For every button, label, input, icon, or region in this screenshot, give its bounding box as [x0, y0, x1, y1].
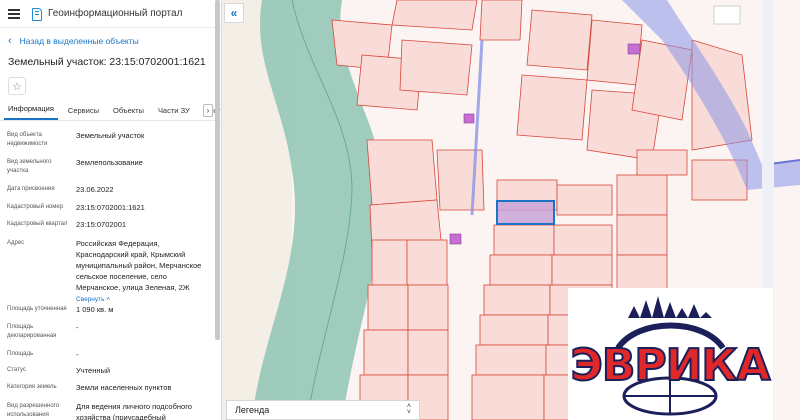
star-icon: ☆ [12, 80, 22, 93]
property-label: Площадь уточненная [7, 306, 67, 312]
property-label: Вид земельного участка [7, 159, 52, 175]
panel-scrollbar[interactable] [215, 0, 220, 340]
property-label: Площадь декларированная [7, 324, 57, 340]
info-panel: Геоинформационный портал ‹ Назад в выдел… [0, 0, 222, 420]
selected-parcel[interactable] [496, 200, 555, 225]
tabs-next-button[interactable]: › [203, 104, 213, 117]
property-value: Учтенный [76, 366, 111, 375]
property-label: Вид объекта недвижимости [7, 132, 48, 148]
tab-bar: Информация Сервисы Объекты Части ЗУ Сост… [0, 103, 221, 121]
back-link-label: Назад в выделенные объекты [19, 36, 139, 46]
property-value: 23:15:0702001 [76, 220, 127, 229]
property-value: Земли населенных пунктов [76, 383, 172, 392]
property-value: - [76, 323, 79, 332]
map-control-button[interactable] [713, 5, 741, 25]
properties-list: Вид объекта недвижимости Земельный участ… [0, 121, 221, 420]
legend-label: Легенда [235, 405, 270, 415]
map-marker[interactable] [627, 43, 641, 55]
double-chevron-left-icon: « [230, 6, 238, 20]
tab-objects[interactable]: Объекты [109, 106, 148, 120]
parcels-lower-left [359, 239, 449, 420]
property-label: Дата присвоения [7, 186, 55, 192]
favorite-star-button[interactable]: ☆ [8, 77, 26, 95]
chevron-right-icon: › [206, 106, 210, 115]
property-value: - [76, 350, 79, 359]
top-bar: Геоинформационный портал [0, 0, 221, 28]
portal-title: Геоинформационный портал [48, 8, 183, 19]
property-label: Статус [7, 367, 26, 373]
chevron-up-icon: ˄ [106, 296, 111, 304]
property-value: Для ведения личного подсобного хозяйства… [76, 402, 192, 420]
tab-info[interactable]: Информация [4, 104, 58, 120]
page-title: Земельный участок: 23:15:0702001:1621 [8, 56, 206, 68]
property-label: Кадастровый номер [7, 204, 64, 210]
map-marker[interactable] [463, 113, 475, 124]
property-value: Земельный участок [76, 131, 145, 140]
legend-dropdown[interactable]: Легенда ˄ ˅ [226, 400, 420, 420]
property-label: Площадь [7, 351, 34, 357]
address-value: Российская Федерация, Краснодарский край… [76, 239, 202, 292]
property-label: Кадастровый квартал [7, 221, 68, 227]
property-value: 23.06.2022 [76, 185, 114, 194]
property-value: Землепользование [76, 158, 143, 167]
address-block: Российская Федерация, Краснодарский край… [76, 239, 211, 305]
back-link[interactable]: ‹ Назад в выделенные объекты [0, 32, 221, 50]
chevron-left-icon: ‹ [8, 34, 12, 47]
tab-services[interactable]: Сервисы [64, 106, 103, 120]
watermark-logo: ЭВРИКА [568, 288, 773, 420]
collapse-panel-button[interactable]: « [224, 3, 244, 23]
portal-logo-icon [32, 7, 42, 21]
menu-icon[interactable] [8, 8, 20, 19]
watermark-text: ЭВРИКА [570, 339, 772, 392]
property-value: 23:15:0702001:1621 [76, 203, 145, 212]
collapse-address-link[interactable]: Свернуть ˄ [76, 295, 110, 304]
property-label: Вид разрешенного использования [7, 403, 60, 419]
collapse-link-label: Свернуть [76, 296, 105, 304]
tab-parts[interactable]: Части ЗУ [154, 106, 194, 120]
property-value: 1 090 кв. м [76, 305, 114, 314]
property-label: Категория земель [7, 384, 57, 390]
expand-collapse-icon: ˄ ˅ [406, 403, 411, 416]
map-marker[interactable] [449, 233, 462, 245]
property-label: Адрес [7, 240, 25, 246]
